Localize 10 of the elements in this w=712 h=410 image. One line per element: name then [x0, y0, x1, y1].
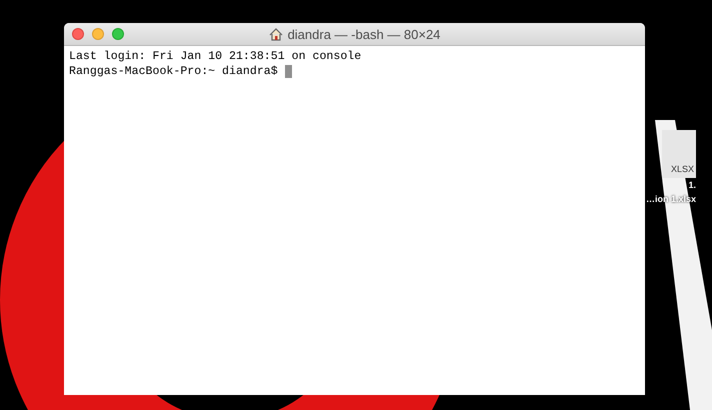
close-button[interactable]	[72, 28, 84, 40]
file-name: 1.	[688, 179, 696, 192]
home-icon	[268, 28, 283, 40]
minimize-button[interactable]	[92, 28, 104, 40]
terminal-output: Last login: Fri Jan 10 21:38:51 on console	[69, 49, 362, 64]
zoom-button[interactable]	[112, 28, 124, 40]
text-cursor	[284, 65, 292, 78]
shell-prompt: Ranggas-MacBook-Pro:~ diandra$	[69, 64, 278, 79]
window-title: diandra — -bash — 80×24	[288, 26, 440, 42]
file-type-label: XLSX	[671, 164, 694, 174]
